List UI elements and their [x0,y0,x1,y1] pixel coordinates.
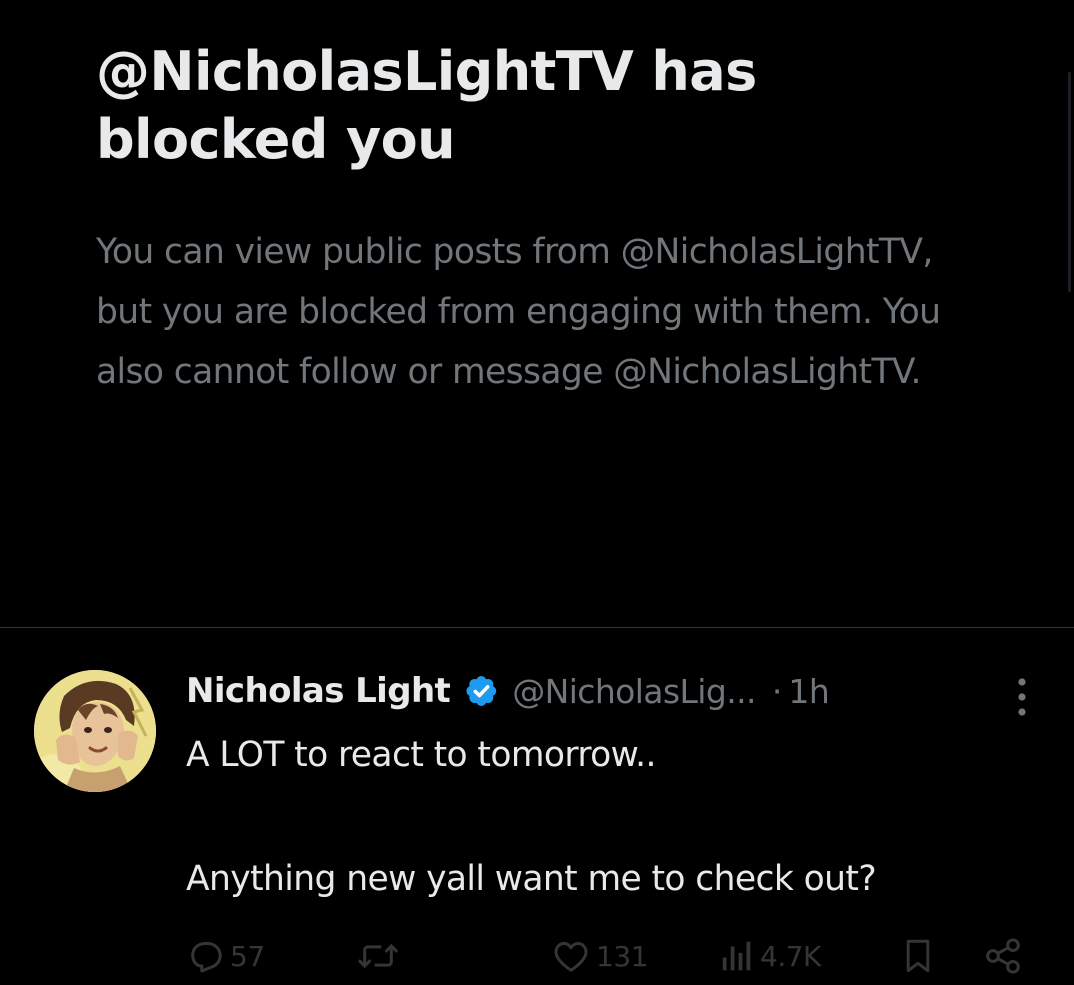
post-header: Nicholas Light @NicholasLig... · 1h [186,666,830,716]
verified-badge-icon[interactable] [462,672,500,710]
reply-icon [186,936,226,976]
blocked-title: @NicholasLightTV has blocked you [96,40,757,171]
post-text-line: A LOT to react to tomorrow.. [186,735,656,775]
author-name[interactable]: Nicholas Light [186,671,451,711]
scrollbar-edge[interactable] [1068,72,1071,292]
more-vertical-icon[interactable] [1012,675,1032,719]
header-separator: · [771,671,783,711]
bookmark-button[interactable] [900,934,936,978]
reply-button[interactable]: 57 [186,934,265,978]
post-body: A LOT to react to tomorrow.. Anything ne… [186,724,1046,910]
reply-count: 57 [230,939,265,973]
views-button[interactable]: 4.7K [718,934,821,978]
like-button[interactable]: 131 [550,934,648,978]
post[interactable]: Nicholas Light @NicholasLig... · 1h A LO… [0,628,1074,985]
like-count: 131 [596,939,648,973]
post-timestamp[interactable]: 1h [788,672,829,711]
share-icon [982,936,1024,976]
post-text-line: Anything new yall want me to check out? [186,859,877,899]
blocked-notice: @NicholasLightTV has blocked you You can… [96,38,996,402]
bookmark-icon [900,936,936,976]
author-handle[interactable]: @NicholasLig... [512,672,756,711]
repost-icon [356,936,400,976]
view-count: 4.7K [760,939,821,973]
post-actions: 57 131 4.7K [0,934,1074,978]
share-button[interactable] [982,934,1024,978]
heart-icon [550,936,592,976]
repost-button[interactable] [356,934,404,978]
blocked-description: You can view public posts from @Nicholas… [96,232,941,392]
views-icon [718,936,756,976]
avatar[interactable] [34,670,156,792]
